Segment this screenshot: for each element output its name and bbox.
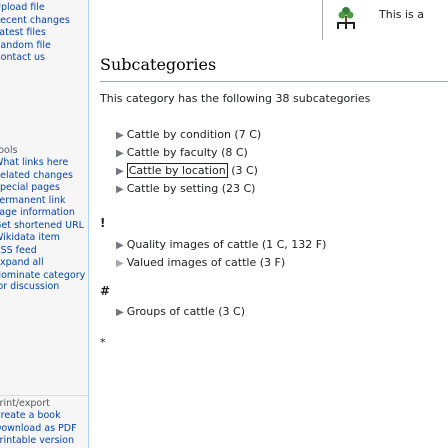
subcategory-link[interactable]: Cattle by setting <box>127 182 219 195</box>
expand-arrow-icon[interactable]: ▶ <box>116 166 124 177</box>
subcategory-count: (7 C) <box>234 128 262 141</box>
sidebar-link-random-file[interactable]: Random file <box>0 40 88 53</box>
sidebar-link-what-links-here[interactable]: What links here <box>0 157 88 170</box>
empty-arrow-icon: ▶ <box>116 258 124 269</box>
sidebar-link-latest-files[interactable]: Latest files <box>0 27 88 40</box>
heading-rule <box>100 81 448 82</box>
sidebar-link-printable-version[interactable]: Printable version <box>0 435 88 448</box>
sidebar-link-shortened-url[interactable]: Get shortened URL <box>0 220 88 233</box>
category-notice-box: This is a <box>322 0 448 40</box>
sidebar-link-special-pages[interactable]: Special pages <box>0 182 88 195</box>
subcategories-heading: Subcategories <box>100 55 217 74</box>
sidebar-link-rss-feed[interactable]: RSS feed <box>0 245 88 258</box>
sidebar-link-related-changes[interactable]: Related changes <box>0 170 88 183</box>
category-tree-icon <box>337 7 355 29</box>
expand-arrow-icon[interactable]: ▶ <box>116 240 124 251</box>
sidebar-separator <box>0 395 88 396</box>
expand-arrow-icon[interactable]: ▶ <box>116 130 124 141</box>
subcategory-item: ▶ Quality images of cattle (1 C, 132 F) <box>116 238 326 251</box>
main-content: This is a Subcategories This category ha… <box>88 0 448 448</box>
subcategories-intro: This category has the following 38 subca… <box>100 92 371 105</box>
group-letter-exclamation: ! <box>100 216 106 230</box>
expand-arrow-icon[interactable]: ▶ <box>116 148 124 159</box>
sidebar-link-expand-all[interactable]: Expand all <box>0 257 88 270</box>
subcategory-item: ▶ Groups of cattle (3 C) <box>116 305 245 318</box>
subcategory-item: ▶ Valued images of cattle (3 F) <box>116 256 285 269</box>
subcategory-count: (1 C, 132 F) <box>261 238 327 251</box>
sidebar-link-recent-changes[interactable]: Recent changes <box>0 15 88 28</box>
sidebar-print-group: Print/export Create a book Download as P… <box>0 398 88 448</box>
sidebar: Upload file Recent changes Latest files … <box>0 0 88 448</box>
sidebar-link-create-book[interactable]: Create a book <box>0 410 88 423</box>
sidebar-link-page-information[interactable]: Page information <box>0 207 88 220</box>
subcategory-link[interactable]: Cattle by faculty <box>127 146 218 159</box>
sidebar-link-wikidata-item[interactable]: Wikidata item <box>0 232 88 245</box>
sidebar-tools-group: Tools What links here Related changes Sp… <box>0 145 88 292</box>
group-letter-star: * <box>100 336 106 349</box>
group-letter-hash: # <box>100 284 111 298</box>
subcategory-link[interactable]: Cattle by condition <box>127 128 231 141</box>
sidebar-link-upload-file[interactable]: Upload file <box>0 2 88 15</box>
sidebar-tools-heading: Tools <box>0 145 18 156</box>
sidebar-print-heading: Print/export <box>0 398 50 409</box>
subcategory-item: ▶ Cattle by setting (23 C) <box>116 182 255 195</box>
sidebar-nav-group: Upload file Recent changes Latest files … <box>0 2 88 65</box>
sidebar-link-permanent-link[interactable]: Permanent link <box>0 195 88 208</box>
subcategory-item: ▶ Cattle by condition (7 C) <box>116 128 261 141</box>
subcategory-count: (23 C) <box>221 182 256 195</box>
subcategory-item: ▶ Cattle by location (3 C) <box>116 163 258 178</box>
subcategory-link-focused[interactable]: Cattle by location <box>126 163 228 178</box>
subcategory-link[interactable]: Groups of cattle <box>127 305 215 318</box>
subcategory-count: (3 C) <box>231 164 258 177</box>
subcategory-link[interactable]: Valued images of cattle <box>127 256 257 269</box>
sidebar-link-nominate-category[interactable]: Nominate category for discussion <box>0 270 88 292</box>
subcategory-count: (3 C) <box>218 305 246 318</box>
sidebar-link-contact-us[interactable]: Contact us <box>0 52 88 65</box>
expand-arrow-icon[interactable]: ▶ <box>116 184 124 195</box>
sidebar-link-download-pdf[interactable]: Download as PDF <box>0 423 88 436</box>
expand-arrow-icon[interactable]: ▶ <box>116 307 124 318</box>
subcategory-count: (8 C) <box>221 146 248 159</box>
category-notice-text: This is a <box>379 8 424 21</box>
subcategory-item: ▶ Cattle by faculty (8 C) <box>116 146 248 159</box>
subcategory-count: (3 F) <box>259 256 286 269</box>
subcategory-link[interactable]: Quality images of cattle <box>127 238 259 251</box>
